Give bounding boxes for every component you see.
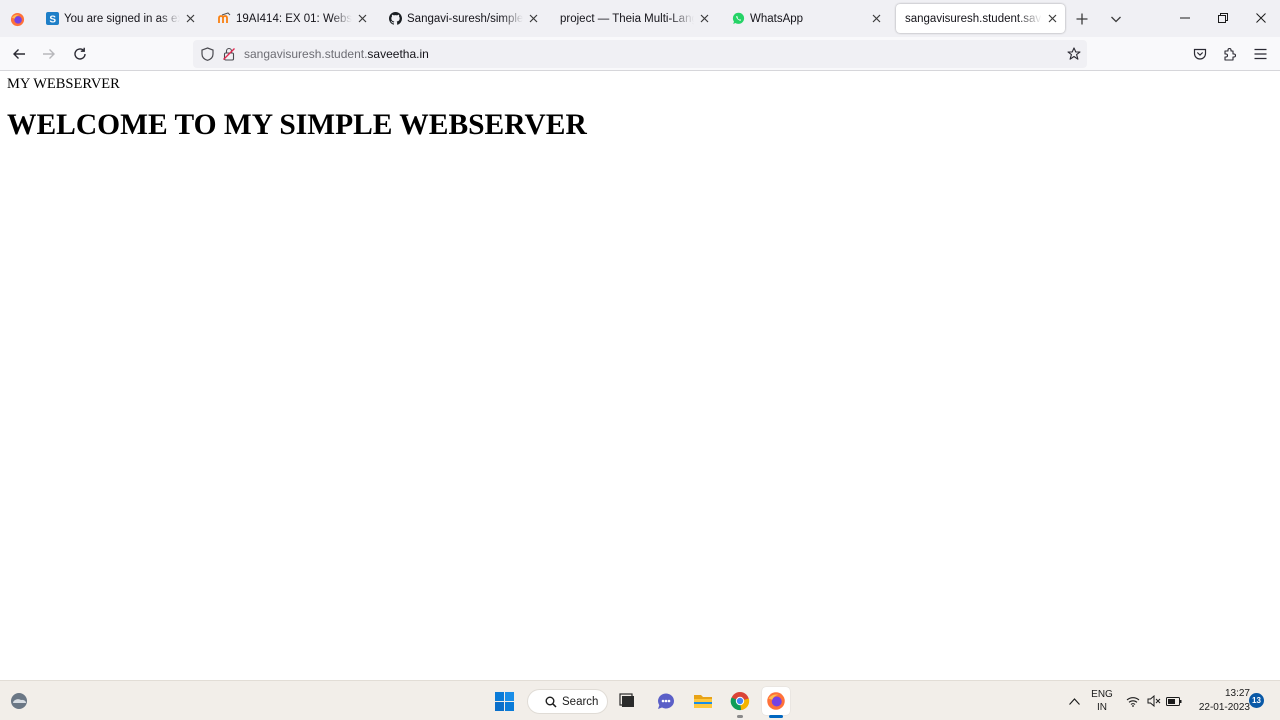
widgets-button[interactable] (5, 687, 33, 715)
show-hidden-icons-button[interactable] (1064, 681, 1084, 720)
navigation-toolbar: sangavisuresh.student.saveetha.in (0, 37, 1280, 71)
start-button[interactable] (490, 687, 518, 715)
tab-github[interactable]: Sangavi-suresh/simplewebse (380, 4, 546, 33)
minimize-icon (1180, 17, 1190, 19)
tab-strip: S You are signed in as examus 19AI414: E… (0, 0, 1280, 37)
close-icon (1256, 13, 1266, 23)
tab-title: You are signed in as examus (64, 12, 180, 25)
tab-title: project — Theia Multi-Language (560, 12, 694, 25)
clock-time: 13:27 (1224, 688, 1250, 699)
tracking-protection-icon[interactable] (199, 46, 215, 62)
extensions-button[interactable] (1218, 42, 1242, 66)
close-tab-icon[interactable] (183, 12, 197, 26)
arrow-right-icon (43, 49, 55, 59)
insecure-lock-icon[interactable] (221, 46, 237, 62)
teams-chat-button[interactable] (652, 687, 680, 715)
chrome-button[interactable] (726, 687, 754, 718)
close-tab-icon[interactable] (1045, 12, 1059, 26)
back-button[interactable] (7, 42, 31, 66)
windows-logo-icon (494, 691, 514, 711)
language-code: ENG (1091, 689, 1113, 700)
chevron-down-icon (1111, 16, 1121, 23)
windows-taskbar: Search ENG IN 13:27 22-01-2023 13 (0, 680, 1280, 720)
tab-moodle[interactable]: 19AI414: EX 01: Webserver R (209, 4, 375, 33)
pocket-icon (1193, 48, 1207, 60)
tab-title: sangavisuresh.student.saveetha.in (905, 12, 1042, 25)
tab-title: WhatsApp (750, 12, 804, 25)
clock[interactable]: 13:27 22-01-2023 (1186, 687, 1250, 714)
reload-button[interactable] (68, 42, 92, 66)
search-icon (545, 696, 557, 708)
chrome-icon (730, 692, 750, 711)
new-tab-button[interactable] (1072, 9, 1092, 29)
battery-status[interactable] (1164, 681, 1184, 720)
url-subdomain: sangavisuresh.student. (244, 47, 368, 61)
url-text[interactable]: sangavisuresh.student.saveetha.in (244, 40, 429, 68)
task-view-icon (619, 693, 634, 707)
app-menu-button[interactable] (1248, 42, 1272, 66)
web-page-content: MY WEBSERVER WELCOME TO MY SIMPLE WEBSER… (0, 71, 1280, 680)
url-domain: saveetha.in (367, 47, 429, 61)
minimize-button[interactable] (1166, 0, 1204, 36)
pocket-button[interactable] (1188, 42, 1212, 66)
tab-whatsapp[interactable]: WhatsApp (723, 4, 889, 33)
tab-webserver[interactable]: sangavisuresh.student.saveetha.in (896, 4, 1065, 33)
tab-title: Sangavi-suresh/simplewebse (407, 12, 523, 25)
close-tab-icon[interactable] (869, 12, 883, 26)
speaker-muted-icon (1147, 695, 1161, 707)
volume-status[interactable] (1145, 681, 1163, 720)
input-language-indicator[interactable]: ENG IN (1089, 688, 1115, 714)
close-tab-icon[interactable] (697, 12, 711, 26)
list-all-tabs-button[interactable] (1106, 9, 1126, 29)
forward-button[interactable] (37, 42, 61, 66)
tab-skillrack[interactable]: S You are signed in as examus (37, 4, 203, 33)
taskbar-search-button[interactable]: Search (527, 689, 608, 714)
close-window-button[interactable] (1242, 0, 1280, 36)
arrow-left-icon (13, 49, 25, 59)
wifi-status[interactable] (1124, 681, 1142, 720)
bookmark-star-icon[interactable] (1066, 46, 1082, 62)
whatsapp-icon (732, 12, 745, 25)
close-tab-icon[interactable] (355, 12, 369, 26)
file-explorer-button[interactable] (689, 687, 717, 715)
puzzle-piece-icon (1224, 48, 1236, 61)
reload-icon (74, 47, 86, 60)
github-icon (389, 12, 402, 25)
skillrack-icon: S (46, 12, 59, 25)
search-label: Search (562, 695, 599, 708)
hamburger-menu-icon (1254, 48, 1266, 60)
active-window-indicator (769, 715, 783, 718)
task-view-button[interactable] (614, 687, 642, 715)
plus-icon (1076, 13, 1088, 25)
weather-widget-icon (11, 693, 27, 709)
region-code: IN (1097, 702, 1107, 713)
wifi-icon (1126, 696, 1140, 707)
chat-icon (658, 693, 674, 709)
chevron-up-icon (1068, 697, 1080, 705)
notification-badge[interactable]: 13 (1249, 693, 1264, 708)
firefox-icon (767, 692, 785, 710)
restore-icon (1218, 13, 1228, 23)
moodle-icon (218, 12, 231, 25)
address-bar[interactable]: sangavisuresh.student.saveetha.in (193, 40, 1087, 68)
tab-title: 19AI414: EX 01: Webserver R (236, 12, 352, 25)
running-indicator (737, 715, 743, 718)
folder-icon (694, 695, 712, 708)
firefox-view-button[interactable] (6, 8, 28, 30)
svg-text:S: S (49, 15, 56, 26)
tab-theia[interactable]: project — Theia Multi-Language (551, 4, 717, 33)
firefox-taskbar-button[interactable] (762, 687, 790, 718)
firefox-icon (10, 12, 24, 26)
page-title: MY WEBSERVER (7, 76, 120, 92)
battery-icon (1166, 696, 1182, 706)
close-tab-icon[interactable] (526, 12, 540, 26)
restore-button[interactable] (1204, 0, 1242, 36)
page-heading: WELCOME TO MY SIMPLE WEBSERVER (7, 109, 587, 141)
clock-date: 22-01-2023 (1198, 701, 1250, 713)
